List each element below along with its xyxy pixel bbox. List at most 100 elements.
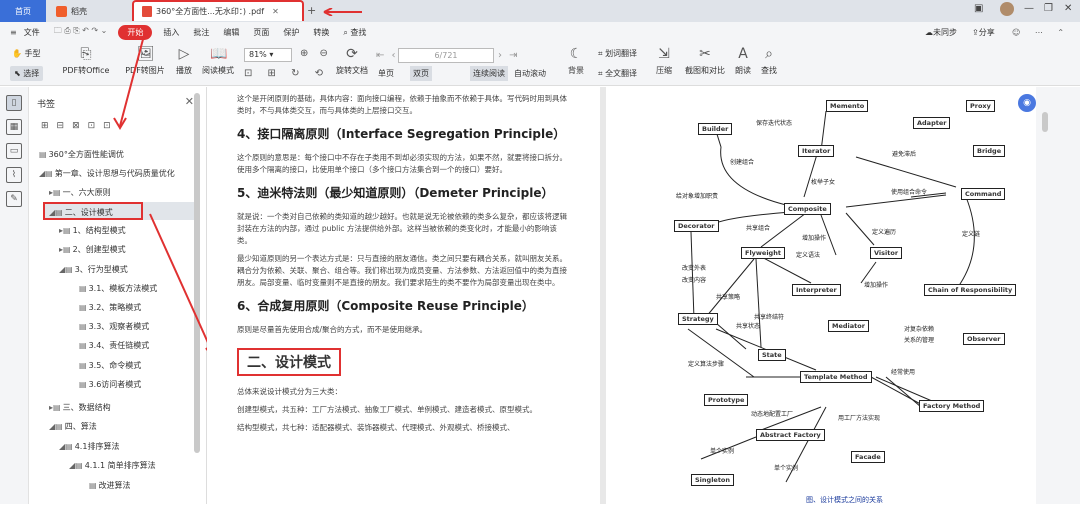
bookmark-item[interactable]: ▤ 改进算法 — [89, 477, 131, 495]
single-page-button[interactable]: 单页 — [378, 68, 394, 79]
bookmark-item[interactable]: ▤ 360°全方面性能调优 — [39, 146, 124, 164]
bookmark-scrollbar[interactable] — [194, 93, 200, 453]
doc-paragraph: 总体来说设计模式分为三大类： — [237, 387, 342, 396]
continuous-read-button[interactable]: 连续阅读 — [470, 66, 508, 81]
minimize-icon[interactable]: — — [1024, 3, 1034, 14]
next-last-page[interactable]: › ⇥ — [498, 50, 520, 61]
find-button[interactable]: ⌕ 查找 — [758, 46, 780, 76]
moon-icon: ☾ — [569, 46, 583, 62]
close-panel-icon[interactable]: ✕ — [185, 95, 194, 108]
scissors-icon: ✂ — [699, 46, 711, 62]
bookmark-item[interactable]: ◢▤ 四、算法 — [49, 418, 97, 436]
auto-scroll-button[interactable]: 自动滚动 — [514, 68, 546, 79]
node-composite: Composite — [784, 203, 831, 215]
bookmark-item[interactable]: ▸▤ 2、创建型模式 — [59, 241, 126, 259]
menu-start[interactable]: 开始 — [118, 24, 153, 40]
bookmark-item[interactable]: ▤ 3.4、责任链模式 — [79, 337, 149, 355]
bookmark-item[interactable]: ◢▤ 4.1排序算法 — [59, 438, 119, 456]
play-button[interactable]: ▷ 播放 — [172, 46, 196, 76]
bookmark-item[interactable]: ◢▤ 第一章、设计思想与代码质量优化 — [39, 165, 175, 183]
tab-wps[interactable]: 稻壳 — [50, 0, 130, 22]
more-options-icons[interactable]: ☺ ⋯ ⌃ — [1012, 28, 1070, 37]
edge-label: 共享终结符 — [754, 314, 785, 321]
pdf-to-image-button[interactable]: 🖼 PDF转图片 — [124, 46, 166, 76]
select-tool[interactable]: ⬉ 选择 — [10, 66, 44, 81]
search-box[interactable]: ⌕ 查找 — [336, 27, 373, 38]
maximize-icon[interactable]: ❐ — [1044, 3, 1053, 14]
bookmark-item[interactable]: ▸▤ 一、六大原则 — [49, 184, 111, 202]
zoom-select[interactable]: 81% ▾ — [244, 48, 292, 62]
edge-label: 经常使用 — [891, 369, 916, 376]
menu-file[interactable]: 文件 — [17, 27, 47, 38]
document-scrollbar[interactable] — [1042, 112, 1048, 132]
signature-icon[interactable]: ✎ — [6, 191, 22, 207]
edge-label: 给对象增加职责 — [676, 193, 719, 200]
rotate-icon: ⟳ — [346, 46, 358, 62]
view-controls-icons[interactable]: ⊡ ⊞ ↻ ⟲ — [244, 68, 329, 79]
comment-icon[interactable]: ▭ — [6, 143, 22, 159]
thumbnail-icon[interactable]: ▦ — [6, 119, 22, 135]
doc-paragraph: 创建型模式，共五种：工厂方法模式、抽象工厂模式、单例模式、建造者模式、原型模式。 — [237, 405, 537, 414]
node-abstract-factory: Abstract Factory — [756, 429, 825, 441]
quick-actions-icons[interactable]: 🗀 ⎙ ⎘ ↶ ↷ ⌄ — [47, 25, 115, 39]
bookmark-label: 改进算法 — [98, 481, 131, 490]
bookmark-item[interactable]: ◢▤ 4.1.1 简单排序算法 — [69, 457, 156, 475]
window-layout-icon[interactable]: ▣ — [974, 3, 983, 14]
word-translate-button[interactable]: ⌗ 划词翻译 — [598, 48, 637, 59]
bookmark-item[interactable]: ◢▤ 3、行为型模式 — [59, 261, 128, 279]
close-tab-icon[interactable]: ✕ — [272, 7, 279, 16]
menu-page[interactable]: 页面 — [246, 27, 276, 38]
tab-home[interactable]: 首页 — [0, 0, 46, 22]
panel-title: 书签 — [37, 100, 56, 110]
node-singleton: Singleton — [691, 474, 735, 486]
bookmark-page-icon: ▤ — [79, 284, 87, 293]
cloud-save-status[interactable]: ☁未同步 — [925, 27, 957, 38]
close-window-icon[interactable]: ✕ — [1064, 3, 1072, 14]
rotate-button[interactable]: ⟳ 旋转文档 — [334, 46, 370, 76]
bookmark-item[interactable]: ▤ 3.6访问者模式 — [79, 376, 141, 394]
search-icon: ⌕ — [343, 27, 348, 37]
bookmark-icon[interactable]: ▯ — [6, 95, 22, 111]
first-prev-page[interactable]: ⇤ ‹ — [376, 50, 398, 61]
menu-annotate[interactable]: 批注 — [186, 27, 216, 38]
full-translate-button[interactable]: ⌗ 全文翻译 — [598, 68, 637, 79]
node-chain-of-responsibility: Chain of Responsibility — [924, 284, 1017, 296]
menu-insert[interactable]: 插入 — [156, 27, 186, 38]
bookmark-item[interactable]: ▤ 3.5、命令模式 — [79, 357, 141, 375]
read-aloud-button[interactable]: A 朗读 — [732, 46, 754, 76]
tab-pdf-document[interactable]: 360°全方面性...无水印：) .pdf ✕ — [132, 0, 304, 21]
collapse-icon: ▸▤ — [49, 403, 61, 412]
bookmark-label: 一、六大原则 — [62, 188, 111, 197]
page-number-input[interactable]: 6/721 — [398, 48, 494, 63]
share-label: 分享 — [978, 27, 995, 37]
double-page-button[interactable]: 双页 — [410, 66, 432, 81]
node-factory-method: Factory Method — [919, 400, 985, 412]
share-button[interactable]: ⇪分享 — [972, 27, 995, 38]
read-mode-button[interactable]: 📖 阅读模式 — [200, 46, 236, 76]
ai-assistant-icon[interactable]: ◉ — [1018, 94, 1036, 112]
bookmark-item[interactable]: ▤ 3.2、策略模式 — [79, 299, 141, 317]
bookmark-tools-icons[interactable]: ⊞⊟⊠⊡⊡ — [41, 121, 119, 131]
bookmark-item[interactable]: ▸▤ 三、数据结构 — [49, 399, 111, 417]
zoom-controls[interactable]: ⊕ ⊖ — [300, 48, 332, 59]
menu-convert[interactable]: 转换 — [306, 27, 336, 38]
new-tab-icon[interactable]: + — [307, 4, 316, 17]
right-sidebar — [1036, 87, 1080, 504]
background-button[interactable]: ☾ 背景 — [562, 46, 590, 76]
bookmark-item-selected[interactable]: ◢▤ 二、设计模式 — [43, 202, 143, 220]
node-flyweight: Flyweight — [741, 247, 785, 259]
bookmark-label: 三、数据结构 — [62, 403, 111, 412]
hamburger-icon[interactable]: ≡ — [10, 28, 17, 37]
pdf-to-office-button[interactable]: ⎘ PDF转Office — [60, 46, 112, 76]
hand-tool[interactable]: ✋ 手型 — [12, 48, 41, 59]
compress-button[interactable]: ⇲ 压缩 — [652, 46, 676, 76]
menu-edit[interactable]: 编辑 — [216, 27, 246, 38]
cloud-icon: ☁ — [925, 27, 933, 37]
bookmark-item[interactable]: ▸▤ 1、结构型模式 — [59, 222, 126, 240]
attachment-icon[interactable]: ⌇ — [6, 167, 22, 183]
avatar[interactable] — [1000, 2, 1014, 16]
screenshot-compare-button[interactable]: ✂ 截图和对比 — [682, 46, 728, 76]
menu-protect[interactable]: 保护 — [276, 27, 306, 38]
bookmark-item[interactable]: ▤ 3.1、模板方法模式 — [79, 280, 157, 298]
bookmark-item[interactable]: ▤ 3.3、观察者模式 — [79, 318, 149, 336]
